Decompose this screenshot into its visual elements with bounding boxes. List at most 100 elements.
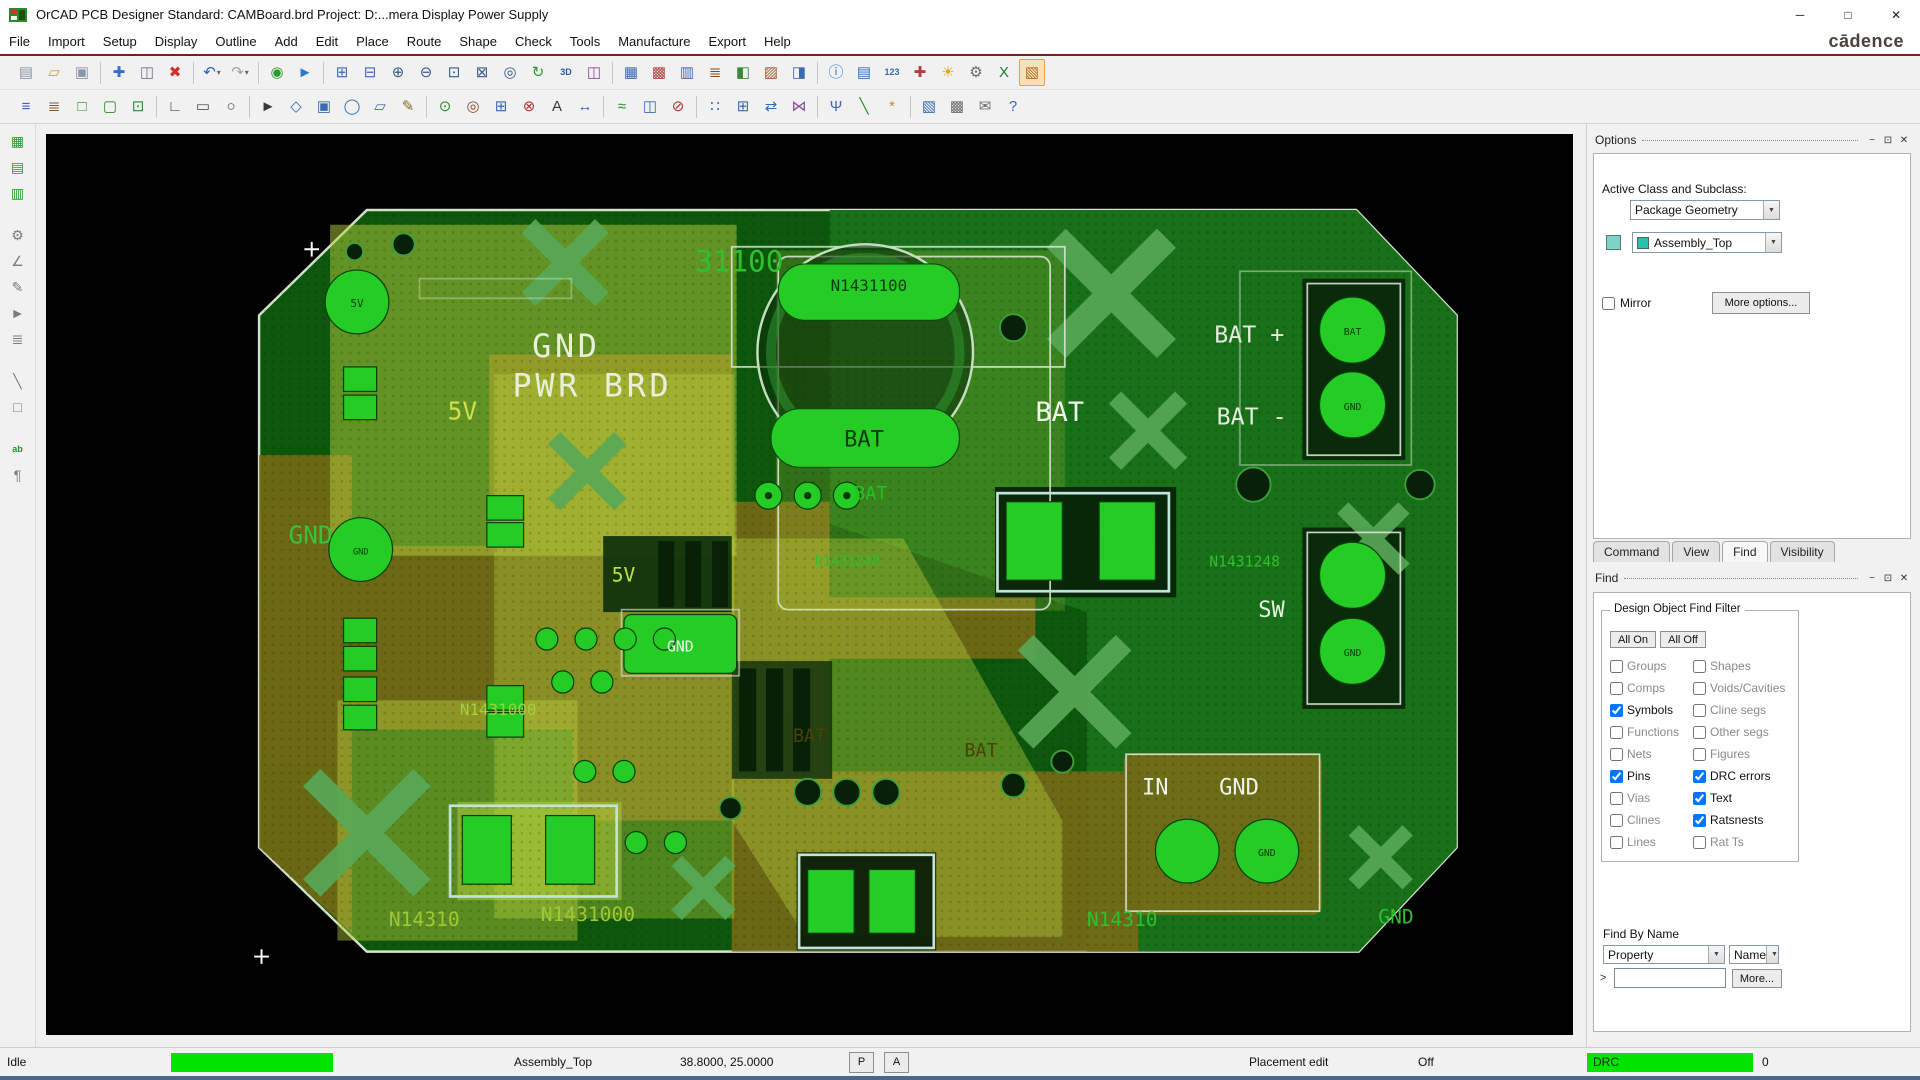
pick-mode-button[interactable]: P [849, 1052, 874, 1073]
pcb-canvas[interactable]: 31100N1431100GNDPWR BRD5VBATBATBATGND5VN… [46, 134, 1573, 1035]
dfa-check-icon[interactable]: ⊞ [488, 93, 514, 120]
zoom-fit-icon[interactable]: ⊠ [469, 59, 495, 86]
line-tool-icon[interactable]: ╲ [5, 369, 31, 393]
selection-pointer-icon[interactable]: ► [292, 59, 318, 86]
find-filter-lines[interactable]: Lines [1610, 831, 1679, 853]
find-filter-comps[interactable]: Comps [1610, 677, 1679, 699]
settings-gear-icon[interactable]: ⚙ [963, 59, 989, 86]
find-filter-pins[interactable]: Pins [1610, 765, 1679, 787]
copy-icon[interactable]: ◫ [134, 59, 160, 86]
text-abc-icon[interactable]: ab [5, 437, 31, 461]
menu-edit[interactable]: Edit [307, 29, 347, 54]
brightness-icon[interactable]: ☀ [935, 59, 961, 86]
find-filter-ratsnests-checkbox[interactable] [1693, 814, 1706, 827]
measure-icon[interactable]: ∠ [5, 249, 31, 273]
add-text-icon[interactable]: A [544, 93, 570, 120]
help-icon[interactable]: ? [1000, 93, 1026, 120]
menu-setup[interactable]: Setup [94, 29, 146, 54]
find-filter-clines-checkbox[interactable] [1610, 814, 1623, 827]
find-filter-functions[interactable]: Functions [1610, 721, 1679, 743]
find-filter-clines[interactable]: Clines [1610, 809, 1679, 831]
all-on-button[interactable]: All On [1610, 631, 1656, 648]
board-file-icon[interactable]: ▦ [5, 129, 31, 153]
menu-outline[interactable]: Outline [206, 29, 265, 54]
find-by-name-input[interactable] [1614, 968, 1726, 988]
matrix-icon[interactable]: ⊞ [730, 93, 756, 120]
find-filter-symbols-checkbox[interactable] [1610, 704, 1623, 717]
route-keepin-icon[interactable]: ▢ [97, 93, 123, 120]
mirror-checkbox[interactable] [1602, 297, 1615, 310]
z-copy-icon[interactable]: ◫ [637, 93, 663, 120]
shape-polygon-icon[interactable]: ◇ [283, 93, 309, 120]
zoom-out-icon[interactable]: ⊖ [413, 59, 439, 86]
zoom-world-icon[interactable]: ◉ [264, 59, 290, 86]
find-filter-groups-checkbox[interactable] [1610, 660, 1623, 673]
shape-void-icon[interactable]: ⊘ [665, 93, 691, 120]
swap-components-icon[interactable]: ⇄ [758, 93, 784, 120]
find-filter-cline-segs-checkbox[interactable] [1693, 704, 1706, 717]
menu-shape[interactable]: Shape [450, 29, 506, 54]
board-outline-icon[interactable]: □ [69, 93, 95, 120]
find-filter-figures-checkbox[interactable] [1693, 748, 1706, 761]
panel-float-icon[interactable]: ⊡ [1880, 573, 1896, 584]
add-pin-icon[interactable]: ⊙ [432, 93, 458, 120]
delete-icon[interactable]: ✖ [162, 59, 188, 86]
more-button[interactable]: More... [1732, 969, 1782, 988]
find-filter-text-checkbox[interactable] [1693, 792, 1706, 805]
label-tool-icon[interactable]: ¶ [5, 463, 31, 487]
menu-display[interactable]: Display [146, 29, 207, 54]
dimension-icon[interactable]: ↔ [572, 93, 598, 120]
stackup-icon[interactable]: ≣ [41, 93, 67, 120]
find-filter-shapes[interactable]: Shapes [1693, 655, 1785, 677]
tab-command[interactable]: Command [1593, 541, 1670, 562]
properties-icon[interactable]: ▤ [851, 59, 877, 86]
design-params-icon[interactable]: ≡ [13, 93, 39, 120]
new-file-icon[interactable]: ▤ [13, 59, 39, 86]
move-icon[interactable]: ✚ [106, 59, 132, 86]
select-tool-icon[interactable]: ► [255, 93, 281, 120]
find-filter-lines-checkbox[interactable] [1610, 836, 1623, 849]
panel-float-icon[interactable]: ⊡ [1880, 135, 1896, 146]
find-filter-vias-checkbox[interactable] [1610, 792, 1623, 805]
cascade-windows-icon[interactable]: ⊟ [357, 59, 383, 86]
shape-circle-icon[interactable]: ◯ [339, 93, 365, 120]
find-filter-voids-cavities-checkbox[interactable] [1693, 682, 1706, 695]
active-subclass-select[interactable]: Assembly_Top ▼ [1632, 232, 1782, 253]
rect-tool-icon[interactable]: □ [5, 395, 31, 419]
undo-icon[interactable]: ↶▾ [199, 59, 225, 86]
find-filter-figures[interactable]: Figures [1693, 743, 1785, 765]
film-record-icon[interactable]: ▩ [944, 93, 970, 120]
probe-arrow-icon[interactable]: ► [5, 301, 31, 325]
visibility-pane-icon[interactable]: ▧ [1019, 59, 1045, 86]
gloss-icon[interactable]: * [879, 93, 905, 120]
tools-wrench-icon[interactable]: ⚙ [5, 223, 31, 247]
find-filter-nets[interactable]: Nets [1610, 743, 1679, 765]
menu-manufacture[interactable]: Manufacture [609, 29, 699, 54]
chevron-down-icon[interactable]: ▼ [1763, 201, 1779, 219]
redraw-icon[interactable]: ↻ [525, 59, 551, 86]
find-filter-shapes-checkbox[interactable] [1693, 660, 1706, 673]
add-connect-icon[interactable]: ≈ [609, 93, 635, 120]
find-filter-pins-checkbox[interactable] [1610, 770, 1623, 783]
numbers-icon[interactable]: 123 [879, 59, 905, 86]
shape-rect-icon[interactable]: ▣ [311, 93, 337, 120]
stackup-side-icon[interactable]: ≣ [5, 327, 31, 351]
find-filter-comps-checkbox[interactable] [1610, 682, 1623, 695]
menu-import[interactable]: Import [39, 29, 94, 54]
panel-close-icon[interactable]: ✕ [1896, 573, 1912, 584]
find-filter-other-segs[interactable]: Other segs [1693, 721, 1785, 743]
align-objects-icon[interactable]: ∷ [702, 93, 728, 120]
mail-icon[interactable]: ✉ [972, 93, 998, 120]
status-icon[interactable]: ◨ [786, 59, 812, 86]
net-schedule-icon[interactable]: ⋈ [786, 93, 812, 120]
chevron-down-icon[interactable]: ▾ [217, 68, 221, 77]
cross-section-icon[interactable]: ≣ [702, 59, 728, 86]
active-class-select[interactable]: Package Geometry ▼ [1630, 200, 1780, 220]
panel-minimize-icon[interactable]: − [1864, 573, 1880, 584]
chevron-down-icon[interactable]: ▼ [1766, 946, 1779, 963]
panel-minimize-icon[interactable]: − [1864, 135, 1880, 146]
chevron-down-icon[interactable]: ▼ [1708, 946, 1724, 963]
highlight-icon[interactable]: ✚ [907, 59, 933, 86]
tab-view[interactable]: View [1672, 541, 1720, 562]
info-icon[interactable]: ⓘ [823, 59, 849, 86]
